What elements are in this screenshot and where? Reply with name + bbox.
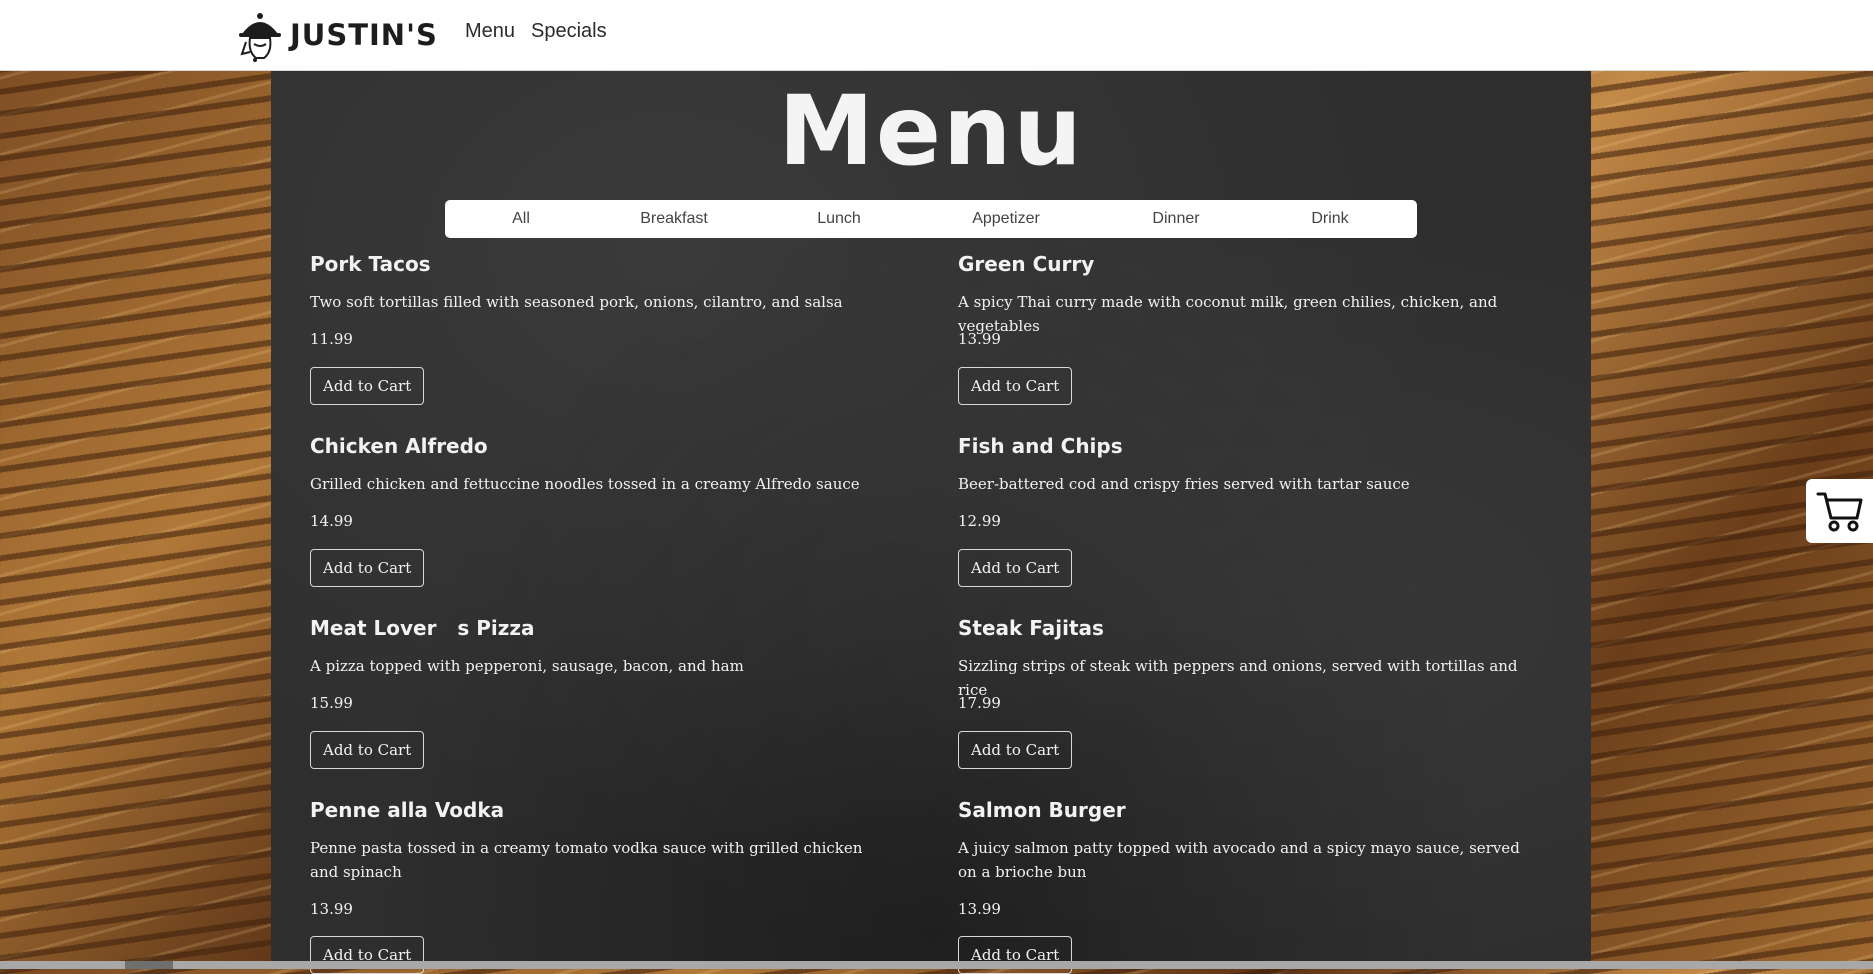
tab-all[interactable]: All [512,210,530,228]
menu-item-description: A spicy Thai curry made with coconut mil… [958,293,1498,335]
menu-item-description: A juicy salmon patty topped with avocado… [958,839,1520,881]
menu-item-name: Salmon Burger [958,798,1126,822]
add-to-cart-button[interactable]: Add to Cart [958,731,1073,769]
menu-item-price: 13.99 [958,330,1001,348]
menu-item-description: Beer-battered cod and crispy fries serve… [958,475,1410,493]
menu-item-price: 13.99 [958,900,1001,918]
brand-name: JUSTIN'S [290,18,438,52]
menu-item-price: 12.99 [958,512,1001,530]
menu-item-price: 17.99 [958,694,1001,712]
menu-item-price: 11.99 [310,330,353,348]
menu-item-name: Chicken Alfredo [310,434,488,458]
tab-lunch[interactable]: Lunch [817,210,861,228]
nav-links: Menu Specials [465,20,607,43]
menu-item-description: A pizza topped with pepperoni, sausage, … [310,657,744,675]
menu-item-price: 15.99 [310,694,353,712]
nav-link-specials[interactable]: Specials [531,20,607,43]
menu-item-description: Grilled chicken and fettuccine noodles t… [310,475,860,493]
menu-item-name: Pork Tacos [310,252,431,276]
tab-breakfast[interactable]: Breakfast [640,210,708,228]
menu-item-price: 13.99 [310,900,353,918]
tab-drink[interactable]: Drink [1311,210,1348,228]
scrollbar-thumb[interactable] [125,961,173,969]
shopping-cart-icon [1816,492,1862,532]
tab-appetizer[interactable]: Appetizer [972,210,1040,228]
nav-link-menu[interactable]: Menu [465,20,515,43]
cart-button[interactable] [1806,479,1873,543]
menu-item-description: Penne pasta tossed in a creamy tomato vo… [310,839,863,881]
add-to-cart-button[interactable]: Add to Cart [958,367,1073,405]
menu-item-description: Two soft tortillas filled with seasoned … [310,293,843,311]
tab-dinner[interactable]: Dinner [1152,210,1199,228]
chalkboard-menu-panel: Menu All Breakfast Lunch Appetizer Dinne… [271,71,1591,974]
horizontal-scrollbar[interactable] [0,961,1873,969]
add-to-cart-button[interactable]: Add to Cart [958,549,1073,587]
category-tabs: All Breakfast Lunch Appetizer Dinner Dri… [445,200,1417,238]
menu-item-name: Steak Fajitas [958,616,1104,640]
menu-item-name: Meat Lover s Pizza [310,616,535,640]
top-navbar: JUSTIN'S Menu Specials [0,0,1873,71]
add-to-cart-button[interactable]: Add to Cart [310,731,425,769]
add-to-cart-button[interactable]: Add to Cart [310,367,425,405]
menu-item-name: Penne alla Vodka [310,798,505,822]
menu-item-name: Fish and Chips [958,434,1123,458]
page-title: Menu [778,75,1084,187]
add-to-cart-button[interactable]: Add to Cart [310,549,425,587]
chef-cloche-logo-icon [239,13,281,62]
menu-item-name: Green Curry [958,252,1095,276]
menu-item-description: Sizzling strips of steak with peppers an… [958,657,1518,699]
brand-logo-link[interactable]: JUSTIN'S [236,8,438,62]
menu-item-price: 14.99 [310,512,353,530]
